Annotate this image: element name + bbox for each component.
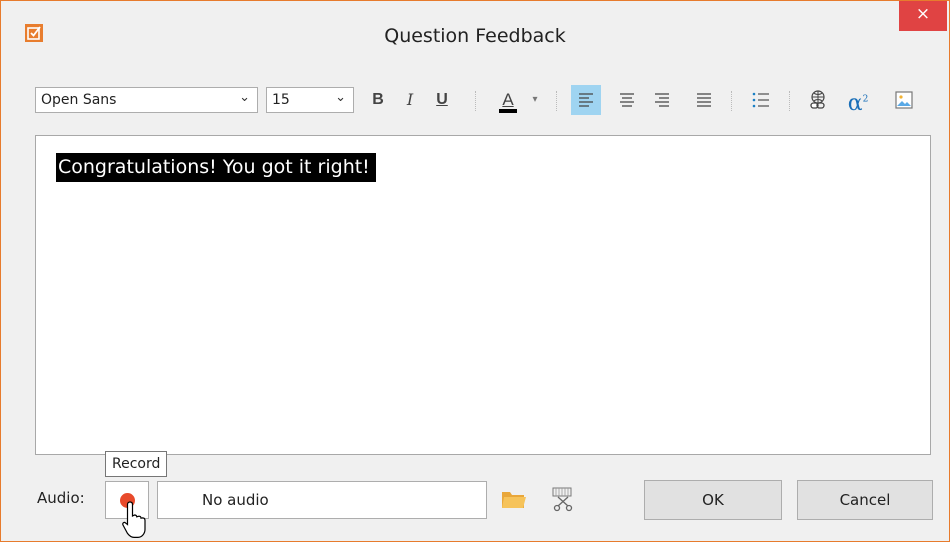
font-size-select[interactable]: 15 ⌄: [266, 87, 354, 113]
question-feedback-dialog: Question Feedback × Open Sans ⌄ 15 ⌄ B I…: [0, 0, 950, 542]
align-left-icon: [579, 93, 593, 107]
hyperlink-icon: [810, 90, 825, 109]
trim-audio-button[interactable]: [550, 485, 580, 515]
formatting-toolbar: Open Sans ⌄ 15 ⌄ B I U A ▾ α2: [1, 79, 949, 125]
audio-status-field: No audio: [157, 481, 487, 519]
font-color-button[interactable]: A: [493, 85, 523, 115]
toolbar-separator: [475, 91, 477, 111]
font-color-icon: A: [502, 90, 514, 109]
font-color-dropdown[interactable]: ▾: [527, 85, 543, 115]
cancel-button[interactable]: Cancel: [797, 480, 933, 520]
window-title: Question Feedback: [384, 25, 566, 47]
align-left-button[interactable]: [571, 85, 601, 115]
font-family-value: Open Sans: [41, 92, 117, 108]
align-center-icon: [620, 93, 634, 107]
toolbar-separator: [789, 91, 791, 111]
selected-feedback-text: Congratulations! You got it right!: [56, 153, 376, 182]
toolbar-separator: [731, 91, 733, 111]
bullet-list-button[interactable]: [746, 85, 776, 115]
align-center-button[interactable]: [612, 85, 642, 115]
chevron-down-icon: ⌄: [335, 90, 346, 105]
chevron-down-icon: ⌄: [239, 90, 250, 105]
record-tooltip: Record: [105, 451, 168, 477]
title-bar: Question Feedback ×: [1, 1, 949, 67]
alpha-squared-icon: α2: [847, 91, 869, 117]
ok-button[interactable]: OK: [644, 480, 782, 520]
audio-status-text: No audio: [202, 491, 269, 509]
close-button[interactable]: ×: [899, 1, 947, 31]
insert-image-button[interactable]: [889, 85, 919, 115]
audio-label: Audio:: [37, 489, 85, 507]
bullet-list-icon: [752, 92, 769, 108]
feedback-editor[interactable]: Congratulations! You got it right!: [35, 135, 931, 455]
font-size-value: 15: [272, 92, 290, 108]
font-family-select[interactable]: Open Sans ⌄: [35, 87, 258, 113]
hyperlink-button[interactable]: [803, 85, 833, 115]
bold-button[interactable]: B: [363, 85, 393, 115]
equation-button[interactable]: α2: [843, 85, 873, 117]
close-icon: ×: [915, 4, 931, 24]
toolbar-separator: [556, 91, 558, 111]
font-color-swatch: [499, 109, 517, 113]
italic-button[interactable]: I: [395, 85, 425, 115]
open-audio-button[interactable]: [500, 487, 528, 513]
scissors-icon: [552, 487, 573, 512]
align-right-icon: [655, 93, 669, 107]
mouse-cursor-icon: [122, 501, 146, 538]
image-icon: [895, 91, 913, 109]
underline-button[interactable]: U: [427, 85, 457, 115]
justify-icon: [697, 93, 711, 107]
align-right-button[interactable]: [647, 85, 677, 115]
justify-button[interactable]: [689, 85, 719, 115]
folder-icon: [502, 492, 526, 508]
